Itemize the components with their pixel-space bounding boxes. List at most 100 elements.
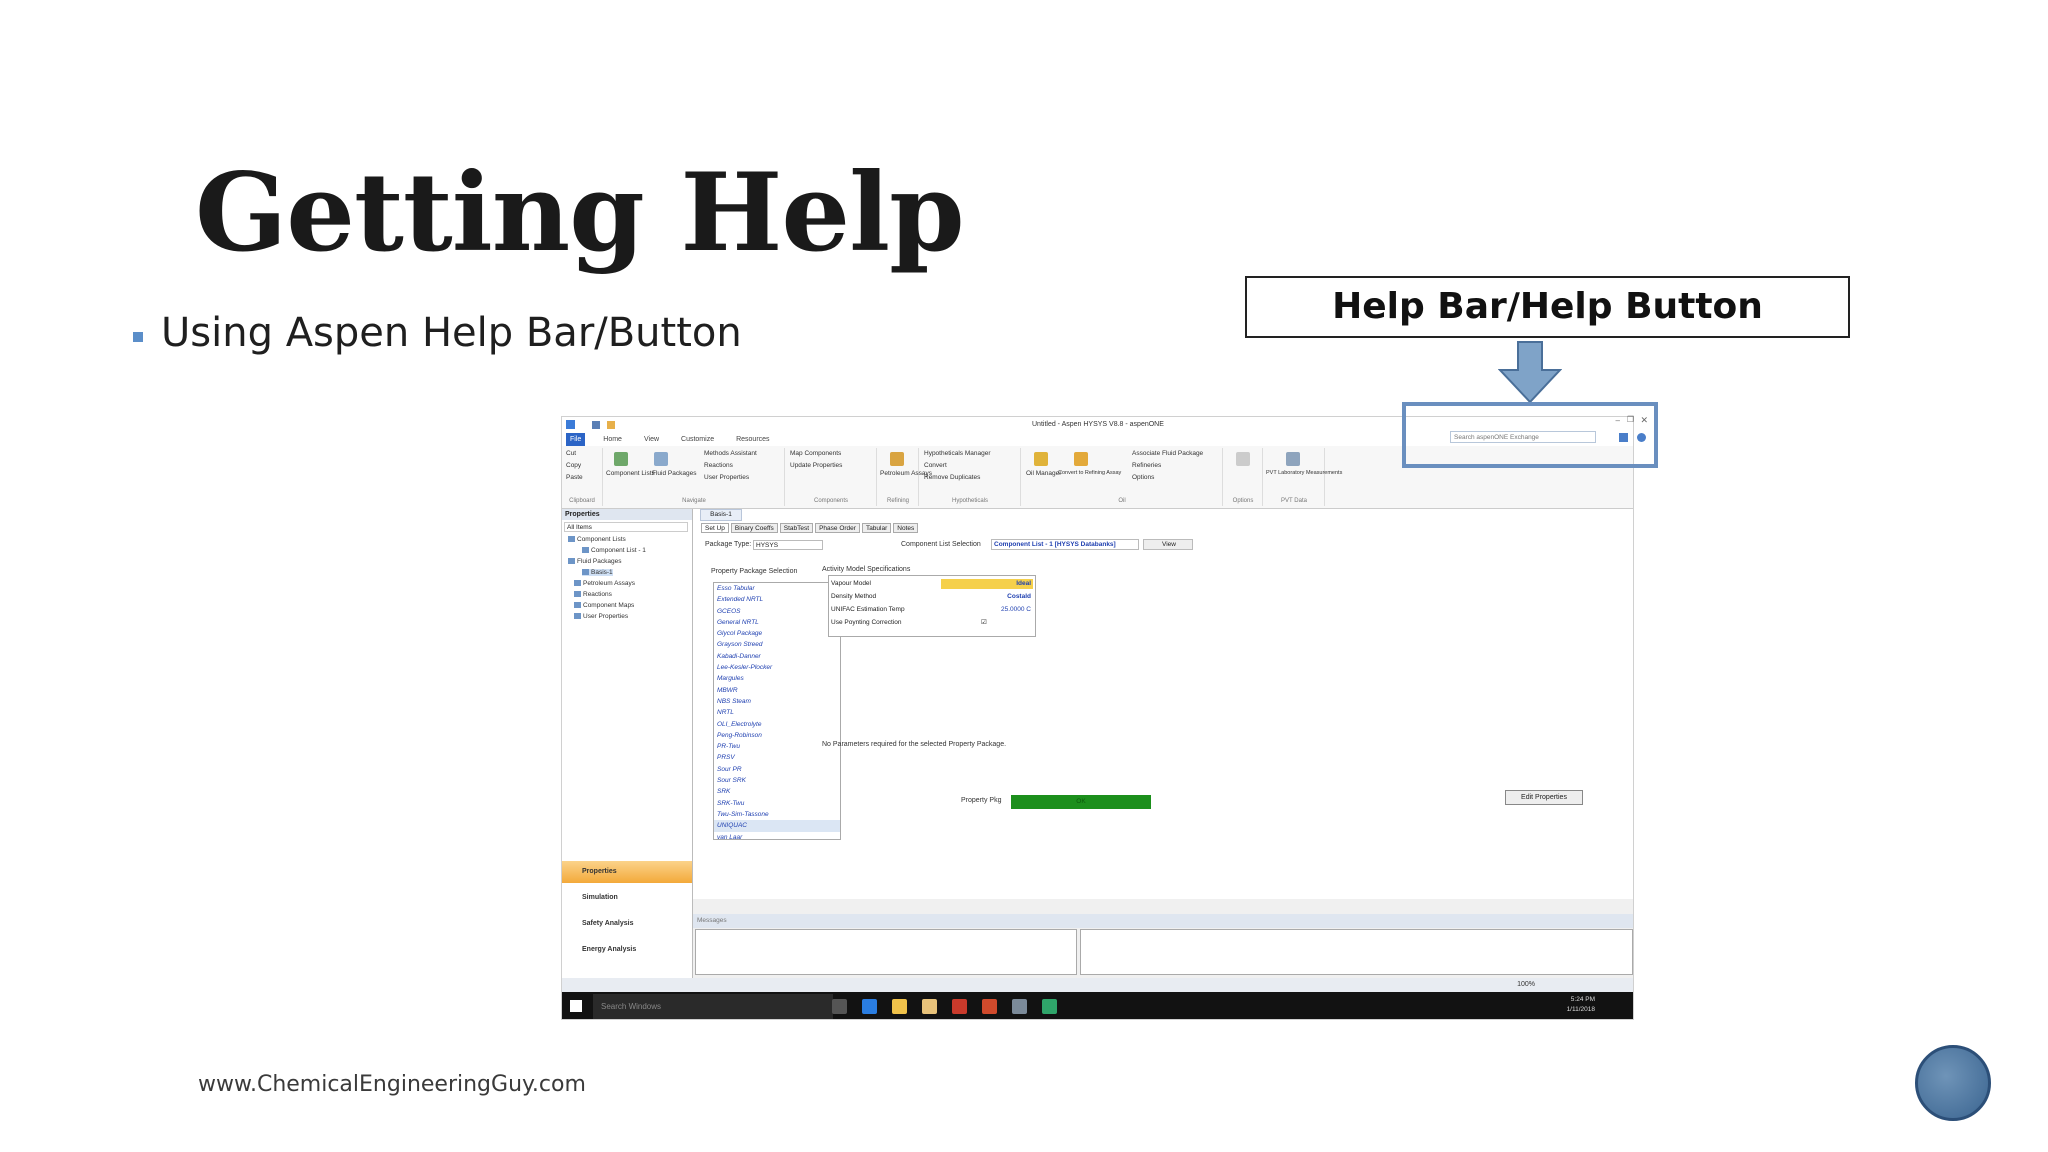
- view-button[interactable]: View: [1143, 539, 1193, 550]
- methods-assistant-button[interactable]: Methods Assistant: [704, 450, 757, 457]
- tree-item[interactable]: Component Lists: [568, 536, 626, 543]
- convert-button[interactable]: Convert: [924, 462, 947, 469]
- package-type-field[interactable]: HYSYS: [753, 540, 823, 550]
- list-item[interactable]: Lee-Kesler-Plocker: [714, 662, 840, 673]
- close-icon[interactable]: ✕: [1640, 415, 1648, 426]
- nav-filter-select[interactable]: All Items: [564, 522, 688, 532]
- restore-icon[interactable]: ❐: [1627, 415, 1634, 424]
- list-item-selected[interactable]: UNIQUAC: [714, 820, 840, 832]
- reactions-button[interactable]: Reactions: [704, 462, 733, 469]
- cut-button[interactable]: Cut: [566, 450, 576, 457]
- tab-view[interactable]: View: [640, 433, 663, 446]
- tree-item[interactable]: Reactions: [574, 591, 612, 598]
- list-item[interactable]: Peng-Robinson: [714, 730, 840, 741]
- list-item[interactable]: Extended NRTL: [714, 594, 840, 605]
- tree-item[interactable]: Petroleum Assays: [574, 580, 635, 587]
- tab-resources[interactable]: Resources: [732, 433, 773, 446]
- search-go-icon[interactable]: [1619, 433, 1628, 442]
- tab-setup[interactable]: Set Up: [701, 523, 729, 533]
- app-icon[interactable]: [566, 420, 575, 429]
- tree-item-selected[interactable]: Basis-1: [582, 569, 613, 576]
- hysys-icon[interactable]: [1042, 999, 1057, 1014]
- tab-notes[interactable]: Notes: [893, 523, 919, 533]
- windows-start-icon[interactable]: [570, 1000, 582, 1012]
- powerpoint-icon[interactable]: [982, 999, 997, 1014]
- arrow-down-icon: [1498, 341, 1562, 404]
- convert-refining-button[interactable]: Convert to Refining Assay: [1058, 470, 1121, 476]
- list-item[interactable]: Kabadi-Danner: [714, 651, 840, 662]
- pvt-lab-button[interactable]: PVT Laboratory Measurements: [1266, 470, 1342, 476]
- list-item[interactable]: OLI_Electrolyte: [714, 719, 840, 730]
- list-item[interactable]: Grayson Streed: [714, 639, 840, 650]
- group-label: Oil: [1118, 498, 1126, 504]
- copy-button[interactable]: Copy: [566, 462, 581, 469]
- nav-energy-button[interactable]: Energy Analysis: [562, 939, 692, 961]
- paste-button[interactable]: Paste: [566, 474, 583, 481]
- tab-file[interactable]: File: [566, 433, 586, 446]
- list-item[interactable]: General NRTL: [714, 617, 840, 628]
- edit-properties-button[interactable]: Edit Properties: [1505, 790, 1583, 805]
- tab-home[interactable]: Home: [599, 433, 626, 446]
- oil-manager-button[interactable]: Oil Manager: [1026, 470, 1061, 477]
- component-lists-button[interactable]: Component Lists: [606, 470, 655, 477]
- nav-properties-button[interactable]: Properties: [562, 861, 692, 883]
- acrobat-icon[interactable]: [952, 999, 967, 1014]
- list-item[interactable]: Sour PR: [714, 764, 840, 775]
- edge-icon[interactable]: [862, 999, 877, 1014]
- update-properties-button[interactable]: Update Properties: [790, 462, 842, 469]
- tree-item[interactable]: Component List - 1: [582, 547, 646, 554]
- tree-item[interactable]: Fluid Packages: [568, 558, 621, 565]
- taskbar-search[interactable]: Search Windows: [593, 994, 833, 1019]
- list-item[interactable]: NRTL: [714, 707, 840, 718]
- list-item[interactable]: MBWR: [714, 685, 840, 696]
- nav-safety-button[interactable]: Safety Analysis: [562, 913, 692, 935]
- table-row: UNIFAC Estimation Temp 25.0000 C: [831, 606, 1031, 613]
- options-button[interactable]: Options: [1132, 474, 1154, 481]
- list-item[interactable]: van Laar: [714, 832, 840, 839]
- tab-phase-order[interactable]: Phase Order: [815, 523, 860, 533]
- user-properties-button[interactable]: User Properties: [704, 474, 749, 481]
- remove-duplicates-button[interactable]: Remove Duplicates: [924, 474, 980, 481]
- list-item[interactable]: Twu-Sim-Tassone: [714, 809, 840, 820]
- list-item[interactable]: Glycol Package: [714, 628, 840, 639]
- list-item[interactable]: SRK-Twu: [714, 798, 840, 809]
- explorer-icon[interactable]: [922, 999, 937, 1014]
- group-label: Options: [1232, 498, 1254, 504]
- list-item[interactable]: Margules: [714, 673, 840, 684]
- tab-customize[interactable]: Customize: [677, 433, 718, 446]
- help-button-icon[interactable]: [1637, 433, 1646, 442]
- document-tab[interactable]: Basis-1: [700, 509, 742, 521]
- component-list-select[interactable]: Component List - 1 [HYSYS Databanks]: [991, 539, 1139, 550]
- app-icon[interactable]: [1012, 999, 1027, 1014]
- component-lists-icon: [614, 452, 628, 466]
- task-view-icon[interactable]: [832, 999, 847, 1014]
- list-item[interactable]: Sour SRK: [714, 775, 840, 786]
- map-components-button[interactable]: Map Components: [790, 450, 841, 457]
- activity-label: Activity Model Specifications: [822, 566, 911, 573]
- tree-item[interactable]: Component Maps: [574, 602, 634, 609]
- list-item[interactable]: SRK: [714, 786, 840, 797]
- fluid-packages-button[interactable]: Fluid Packages: [652, 470, 696, 477]
- list-item[interactable]: Esso Tabular: [714, 583, 840, 594]
- save-icon[interactable]: [592, 421, 600, 429]
- list-item[interactable]: PRSV: [714, 752, 840, 763]
- windows-taskbar: Search Windows 5:24 PM 1/11/2018: [562, 992, 1633, 1019]
- list-item[interactable]: NBS Steam: [714, 696, 840, 707]
- open-icon[interactable]: [607, 421, 615, 429]
- tab-stabtest[interactable]: StabTest: [779, 523, 814, 533]
- nav-simulation-button[interactable]: Simulation: [562, 887, 692, 909]
- tab-binary-coeffs[interactable]: Binary Coeffs: [730, 523, 778, 533]
- hypotheticals-manager-button[interactable]: Hypotheticals Manager: [924, 450, 990, 457]
- refineries-button[interactable]: Refineries: [1132, 462, 1161, 469]
- fluid-packages-icon: [654, 452, 668, 466]
- property-package-list[interactable]: Esso Tabular Extended NRTL GCEOS General…: [713, 582, 841, 840]
- help-search-input[interactable]: Search aspenONE Exchange: [1450, 431, 1596, 443]
- hypotheticals-group: Hypotheticals Manager Convert Remove Dup…: [920, 448, 1021, 506]
- minimize-icon[interactable]: –: [1616, 416, 1620, 425]
- associate-fluid-package-button[interactable]: Associate Fluid Package: [1132, 450, 1203, 457]
- list-item[interactable]: GCEOS: [714, 606, 840, 617]
- activity-table: Vapour Model Ideal Density Method Costal…: [828, 575, 1036, 637]
- chrome-icon[interactable]: [892, 999, 907, 1014]
- tree-item[interactable]: User Properties: [574, 613, 628, 620]
- tab-tabular[interactable]: Tabular: [861, 523, 892, 533]
